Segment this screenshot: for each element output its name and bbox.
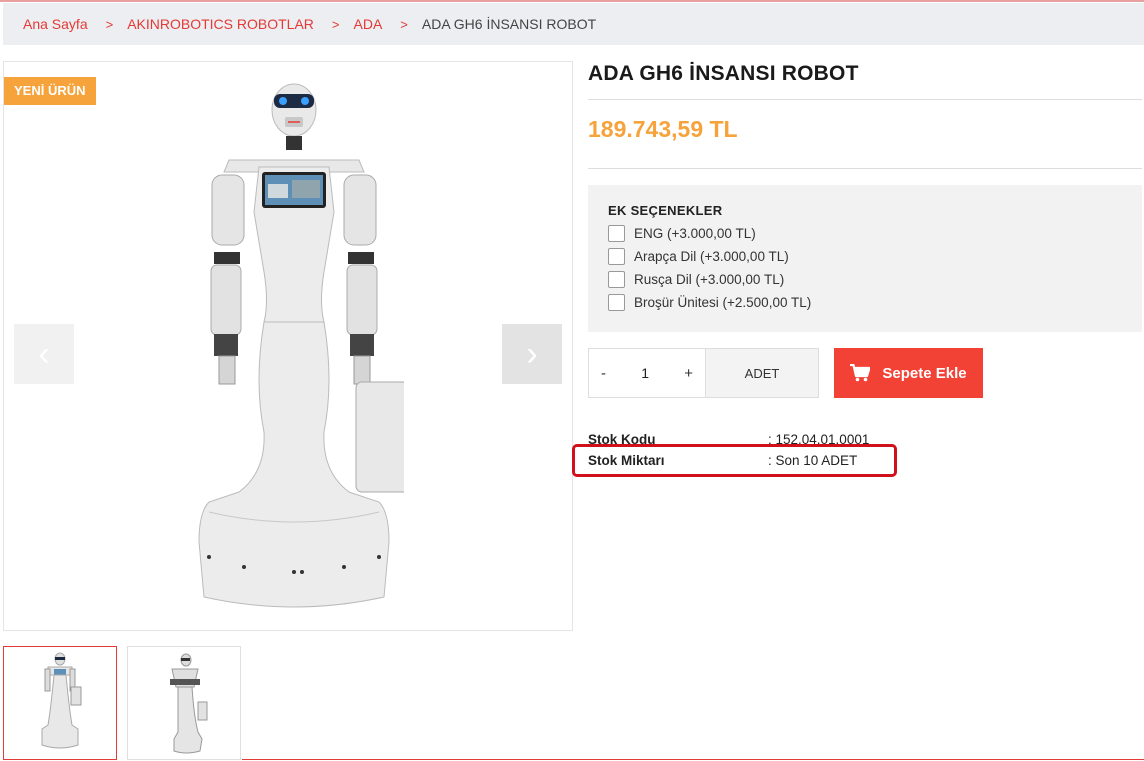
shopping-cart-icon <box>850 364 871 382</box>
chevron-right-icon: › <box>526 334 538 373</box>
robot-image <box>198 83 404 608</box>
top-accent-line <box>0 0 1144 2</box>
quantity-increase-button[interactable]: + <box>684 365 693 382</box>
add-to-cart-label: Sepete Ekle <box>882 364 967 382</box>
quantity-decrease-button[interactable]: - <box>601 365 606 382</box>
thumbnail-1[interactable] <box>3 646 117 760</box>
breadcrumb-current: ADA GH6 İNSANSI ROBOT <box>421 16 597 32</box>
option-russian[interactable]: Rusça Dil (+3.000,00 TL) <box>608 268 1122 291</box>
option-label: Broşür Ünitesi (+2.500,00 TL) <box>634 295 812 310</box>
chevron-left-icon: ‹ <box>38 334 50 373</box>
breadcrumb: Ana Sayfa > AKINROBOTICS ROBOTLAR > ADA … <box>3 3 1144 45</box>
divider <box>588 168 1142 169</box>
divider <box>588 99 1142 100</box>
add-to-cart-button[interactable]: Sepete Ekle <box>834 348 983 398</box>
prev-image-button[interactable]: ‹ <box>14 324 74 384</box>
robot-thumbnail-image <box>41 652 82 749</box>
extra-options-title: EK SEÇENEKLER <box>608 203 723 218</box>
option-arabic[interactable]: Arapça Dil (+3.000,00 TL) <box>608 245 1122 268</box>
product-main-image[interactable]: YENİ ÜRÜN ‹ › <box>3 61 573 631</box>
chevron-right-icon: > <box>105 16 114 32</box>
thumbnail-2[interactable] <box>127 646 241 760</box>
bottom-accent-line <box>242 759 1144 760</box>
chevron-right-icon: > <box>400 16 408 32</box>
quantity-input[interactable]: 1 <box>641 365 649 381</box>
chevron-right-icon: > <box>331 16 340 32</box>
option-label: Arapça Dil (+3.000,00 TL) <box>634 249 789 264</box>
option-checkbox[interactable] <box>608 225 625 242</box>
product-title: ADA GH6 İNSANSI ROBOT <box>588 62 859 85</box>
annotation-highlight-box <box>572 444 897 477</box>
option-checkbox[interactable] <box>608 294 625 311</box>
robot-thumbnail-image <box>170 653 208 754</box>
option-brochure-unit[interactable]: Broşür Ünitesi (+2.500,00 TL) <box>608 291 1122 314</box>
next-image-button[interactable]: › <box>502 324 562 384</box>
product-price: 189.743,59 TL <box>588 116 738 142</box>
quantity-controls: - 1 + <box>589 349 705 397</box>
breadcrumb-home[interactable]: Ana Sayfa <box>23 16 88 32</box>
option-label: ENG (+3.000,00 TL) <box>634 226 756 241</box>
option-checkbox[interactable] <box>608 271 625 288</box>
quantity-stepper: - 1 + ADET <box>588 348 819 398</box>
breadcrumb-robots[interactable]: AKINROBOTICS ROBOTLAR <box>127 16 314 32</box>
option-eng[interactable]: ENG (+3.000,00 TL) <box>608 222 1122 245</box>
option-label: Rusça Dil (+3.000,00 TL) <box>634 272 785 287</box>
new-product-badge: YENİ ÜRÜN <box>4 77 96 105</box>
quantity-unit: ADET <box>705 349 818 397</box>
extra-options-panel: EK SEÇENEKLER ENG (+3.000,00 TL) Arapça … <box>588 185 1142 332</box>
option-checkbox[interactable] <box>608 248 625 265</box>
breadcrumb-ada[interactable]: ADA <box>354 16 383 32</box>
